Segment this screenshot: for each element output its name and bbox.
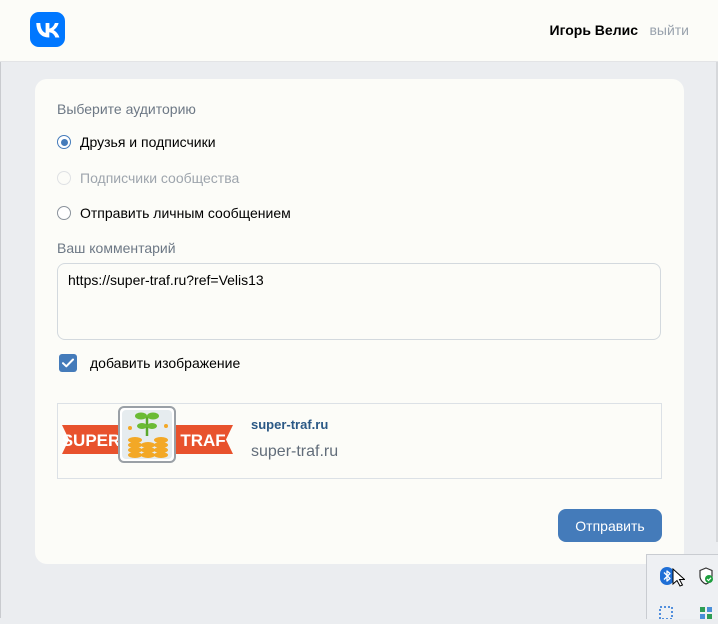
link-preview[interactable]: SUPER TRAF super-traf.ru super-traf.ru [57,403,662,479]
system-tray-popup [646,554,718,620]
super-traf-logo: SUPER TRAF [60,406,234,477]
radio-label: Отправить личным сообщением [80,205,291,221]
user-name: Игорь Велис [549,22,639,38]
mouse-cursor-icon [672,567,686,592]
add-image-checkbox-row[interactable]: добавить изображение [59,353,240,373]
radio-private-message[interactable]: Отправить личным сообщением [57,203,291,223]
comment-input[interactable]: https://super-traf.ru?ref=Velis13 [57,263,661,340]
comment-label: Ваш комментарий [57,240,176,256]
left-edge [0,62,1,618]
add-image-label: добавить изображение [90,355,241,371]
share-card: Выберите аудиторию Друзья и подписчики П… [35,79,684,564]
radio-friends-followers[interactable]: Друзья и подписчики [57,132,216,152]
audience-label: Выберите аудиторию [57,101,196,117]
radio-button[interactable] [57,206,71,220]
radio-community-followers: Подписчики сообщества [57,168,239,188]
preview-domain[interactable]: super-traf.ru [251,417,328,432]
logo-right-text: TRAF [180,431,225,450]
logout-link[interactable]: выйти [649,22,689,38]
selection-icon[interactable] [659,606,673,624]
radio-button-checked[interactable] [57,135,71,149]
grid-icon[interactable] [699,606,713,624]
security-shield-icon[interactable] [698,567,714,590]
logo-left-text: SUPER [62,431,121,450]
top-bar: Игорь Велис выйти [0,0,718,62]
radio-label: Друзья и подписчики [80,134,216,150]
radio-label: Подписчики сообщества [80,170,240,186]
radio-button-disabled [57,171,71,185]
preview-title: super-traf.ru [251,443,339,460]
vk-logo-icon[interactable] [30,12,65,47]
send-button[interactable]: Отправить [558,509,662,542]
checkbox-checked-icon[interactable] [59,354,77,372]
